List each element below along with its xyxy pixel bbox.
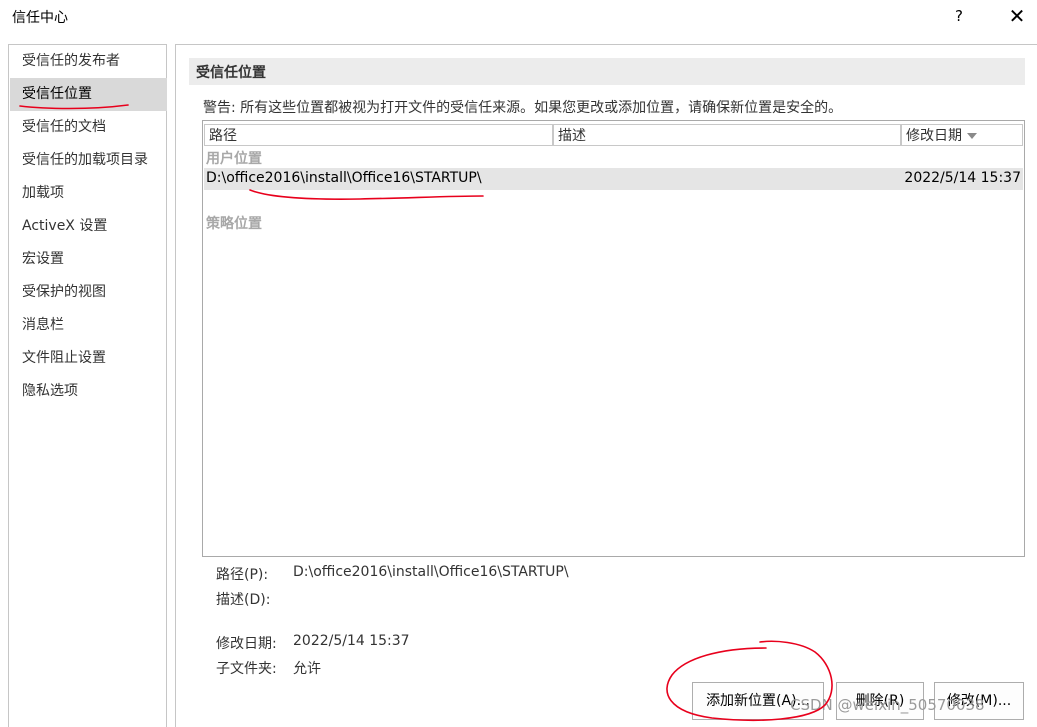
section-header: 受信任位置 [189,58,1025,85]
column-header-modified-label: 修改日期 [906,128,962,144]
sidebar-item-privacy-options[interactable]: 隐私选项 [10,375,167,408]
sort-descending-icon [967,133,977,139]
warning-text: 警告: 所有这些位置都被视为打开文件的受信任来源。如果您更改或添加位置，请确保新… [203,100,843,116]
sidebar-item-protected-view[interactable]: 受保护的视图 [10,276,167,309]
subfolders-label: 子文件夹: [216,661,277,677]
subfolders-value: 允许 [293,661,321,677]
group-label-user-locations: 用户位置 [206,151,262,167]
sidebar-item-trusted-locations[interactable]: 受信任位置 [10,78,167,111]
close-icon: ✕ [1008,4,1026,28]
sidebar: 受信任的发布者 受信任位置 受信任的文档 受信任的加载项目录 加载项 Activ… [8,44,167,727]
sidebar-item-trusted-publishers[interactable]: 受信任的发布者 [10,45,167,78]
sidebar-item-message-bar[interactable]: 消息栏 [10,309,167,342]
sidebar-item-macro-settings[interactable]: 宏设置 [10,243,167,276]
row-modified-date: 2022/5/14 15:37 [904,170,1021,186]
path-value: D:\office2016\install\Office16\STARTUP\ [293,564,569,580]
description-label: 描述(D): [216,592,271,608]
modified-label: 修改日期: [216,636,277,652]
sidebar-item-file-block-settings[interactable]: 文件阻止设置 [10,342,167,375]
sidebar-item-activex-settings[interactable]: ActiveX 设置 [10,210,167,243]
sidebar-item-trusted-addin-catalogs[interactable]: 受信任的加载项目录 [10,144,167,177]
trusted-locations-list[interactable]: 路径 描述 修改日期 用户位置 D:\office2016\install\Of… [202,120,1025,557]
sidebar-item-trusted-documents[interactable]: 受信任的文档 [10,111,167,144]
group-label-policy-locations: 策略位置 [206,216,262,232]
close-button[interactable]: ✕ [1000,3,1034,29]
path-label: 路径(P): [216,567,269,583]
column-header-path[interactable]: 路径 [204,124,553,146]
column-header-description[interactable]: 描述 [553,124,901,146]
window-title: 信任中心 [12,10,68,26]
sidebar-item-addins[interactable]: 加载项 [10,177,167,210]
column-header-modified[interactable]: 修改日期 [901,124,1023,146]
section-title: 受信任位置 [196,65,266,81]
modified-value: 2022/5/14 15:37 [293,633,410,649]
row-path: D:\office2016\install\Office16\STARTUP\ [206,170,482,186]
watermark: CSDN @weixin_50570038 [790,696,985,714]
help-button[interactable]: ? [944,3,974,29]
title-bar: 信任中心 ? ✕ [0,0,1037,34]
table-row[interactable]: D:\office2016\install\Office16\STARTUP\ … [204,168,1023,190]
